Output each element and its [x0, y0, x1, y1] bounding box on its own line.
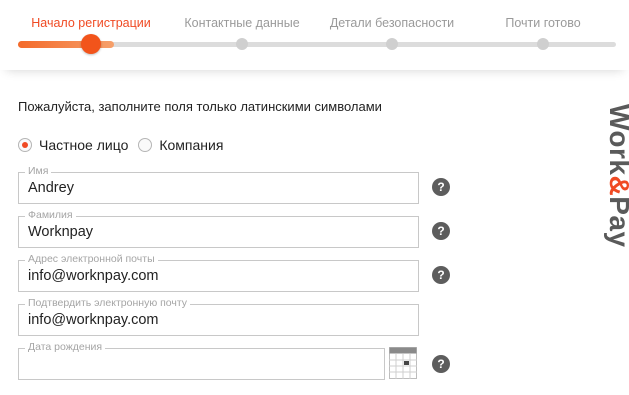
help-icon[interactable]: ?	[432, 178, 450, 196]
step-dot	[537, 38, 549, 50]
birth-date-field[interactable]: Дата рождения	[18, 341, 385, 380]
step-dot-active	[81, 34, 101, 54]
help-icon[interactable]: ?	[432, 222, 450, 240]
field-value[interactable]: info@worknpay.com	[28, 268, 159, 284]
account-type-radio-group: Частное лицо Компания	[18, 137, 233, 153]
step-almost-done[interactable]: Почти готово	[505, 16, 580, 30]
confirm-email-field[interactable]: Подтвердить электронную почту info@workn…	[18, 297, 419, 336]
radio-company[interactable]: Компания	[138, 137, 223, 153]
radio-unchecked-icon[interactable]	[138, 138, 153, 152]
help-icon[interactable]: ?	[432, 266, 450, 284]
step-dot	[236, 38, 248, 50]
field-label: Фамилия	[25, 209, 76, 221]
field-value[interactable]: Andrey	[28, 180, 74, 196]
step-dot	[386, 38, 398, 50]
help-icon[interactable]: ?	[432, 355, 450, 373]
field-label: Подтвердить электронную почту	[25, 297, 191, 309]
step-contact-details[interactable]: Контактные данные	[184, 16, 299, 30]
calendar-icon[interactable]	[389, 347, 417, 379]
logo-ampersand: &	[604, 176, 629, 197]
radio-label: Компания	[159, 137, 224, 153]
field-value[interactable]: Worknpay	[28, 224, 93, 240]
email-field[interactable]: Адрес электронной почты info@worknpay.co…	[18, 253, 419, 292]
field-value[interactable]: info@worknpay.com	[28, 312, 159, 328]
radio-label: Частное лицо	[39, 137, 129, 153]
registration-stepper: Начало регистрации Контактные данные Дет…	[0, 0, 629, 70]
field-label: Дата рождения	[25, 341, 106, 353]
field-label: Адрес электронной почты	[25, 253, 158, 265]
form-instructions: Пожалуйста, заполните поля только латинс…	[18, 99, 382, 114]
step-start-registration[interactable]: Начало регистрации	[31, 16, 150, 30]
work-and-pay-logo: Work&Pay	[603, 104, 629, 248]
radio-private-person[interactable]: Частное лицо	[18, 137, 128, 153]
first-name-field[interactable]: Имя Andrey	[18, 165, 419, 204]
last-name-field[interactable]: Фамилия Worknpay	[18, 209, 419, 248]
radio-checked-icon[interactable]	[18, 138, 32, 152]
logo-text: Work	[604, 104, 629, 176]
logo-text: Pay	[604, 196, 629, 248]
field-label: Имя	[25, 165, 52, 177]
step-security-details[interactable]: Детали безопасности	[330, 16, 454, 30]
